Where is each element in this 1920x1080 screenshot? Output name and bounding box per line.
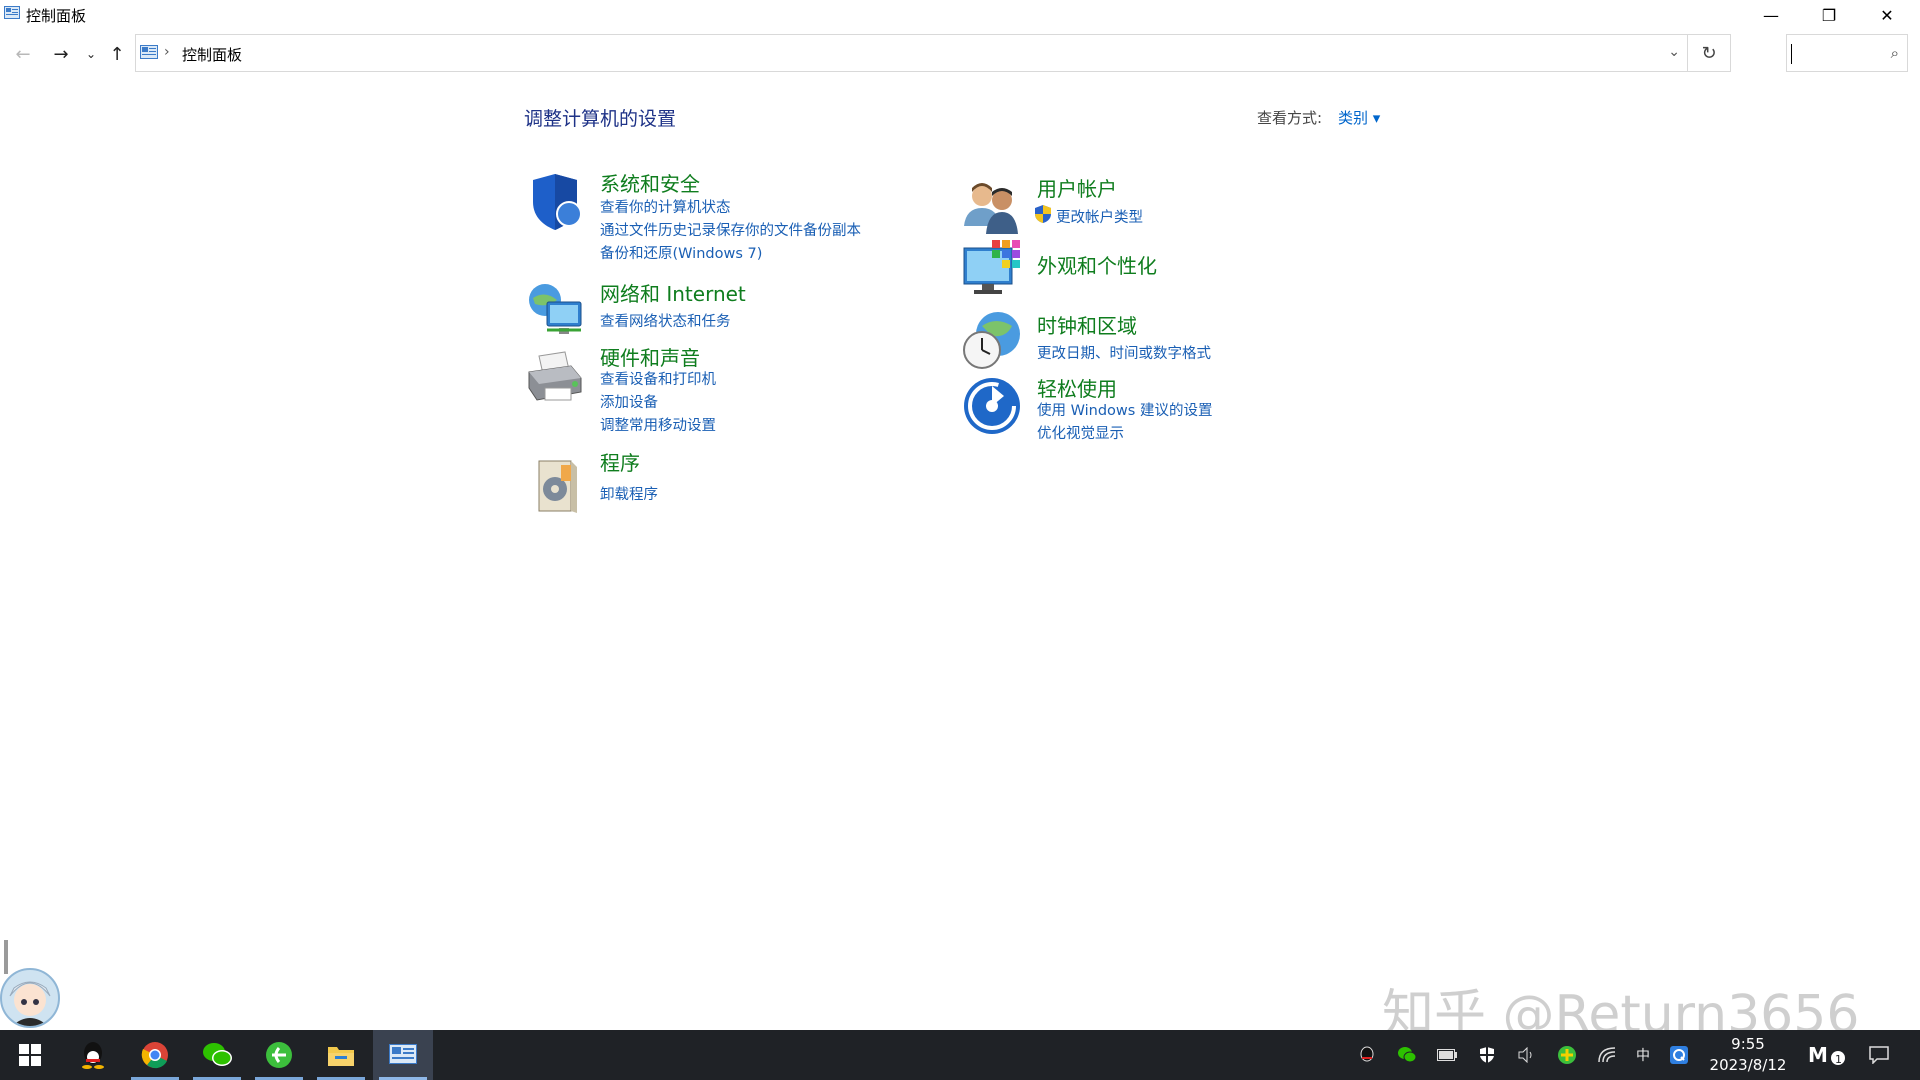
taskbar-qq[interactable] — [63, 1030, 123, 1080]
network-icon[interactable] — [525, 280, 585, 340]
clock-date: 2023/8/12 — [1709, 1056, 1787, 1074]
category-title[interactable]: 网络和 Internet — [600, 278, 746, 307]
clock-time: 9:55 — [1731, 1035, 1765, 1053]
category-title[interactable]: 硬件和声音 — [600, 342, 700, 371]
view-by-label: 查看方式: — [1257, 109, 1323, 127]
link-file-history[interactable]: 通过文件历史记录保存你的文件备份副本 — [600, 219, 861, 240]
category-title[interactable]: 外观和个性化 — [1037, 250, 1157, 279]
clock-globe-icon[interactable] — [962, 310, 1022, 370]
link-change-date-time-format[interactable]: 更改日期、时间或数字格式 — [1037, 342, 1211, 363]
uac-shield-icon — [1035, 205, 1051, 223]
notification-center-icon[interactable] — [1868, 1044, 1890, 1066]
page-title: 调整计算机的设置 — [524, 108, 677, 130]
category-title[interactable]: 程序 — [600, 447, 640, 476]
link-backup-restore[interactable]: 备份和还原(Windows 7) — [600, 242, 762, 263]
category-title[interactable]: 时钟和区域 — [1037, 310, 1137, 339]
breadcrumb-control-panel[interactable]: 控制面板 — [182, 44, 242, 65]
tray-qq-browser-icon[interactable] — [1668, 1044, 1690, 1066]
svg-text:1: 1 — [1835, 1053, 1842, 1066]
category-title[interactable]: 系统和安全 — [600, 168, 700, 197]
link-mobility-settings[interactable]: 调整常用移动设置 — [600, 414, 716, 435]
recent-locations-chevron-icon[interactable]: ⌄ — [84, 42, 98, 66]
programs-icon[interactable] — [525, 455, 585, 515]
address-history-chevron-icon[interactable]: ⌄ — [1668, 44, 1680, 60]
up-arrow-icon[interactable]: ↑ — [106, 42, 128, 66]
taskbar-chrome[interactable] — [125, 1030, 185, 1080]
qq-icon — [82, 1042, 104, 1069]
tray-m1-icon[interactable]: M1 — [1808, 1044, 1848, 1066]
window-title: 控制面板 — [26, 7, 87, 25]
link-devices-printers[interactable]: 查看设备和打印机 — [600, 368, 716, 389]
control-panel-icon — [140, 45, 158, 59]
address-bar[interactable]: › 控制面板 ⌄ ↻ — [135, 34, 1731, 72]
chrome-icon — [141, 1042, 168, 1069]
taskbar-browser[interactable] — [249, 1030, 309, 1080]
close-button[interactable]: ✕ — [1858, 0, 1916, 30]
taskbar-file-explorer[interactable] — [311, 1030, 371, 1080]
taskbar-control-panel[interactable] — [373, 1030, 433, 1080]
appearance-icon[interactable] — [962, 238, 1022, 298]
start-button[interactable] — [0, 1030, 60, 1080]
refresh-icon[interactable]: ↻ — [1687, 35, 1730, 71]
search-input[interactable]: ⌕ — [1786, 34, 1908, 72]
taskbar-wechat[interactable] — [187, 1030, 247, 1080]
tray-security-shield-icon[interactable] — [1476, 1044, 1498, 1066]
breadcrumb-separator[interactable]: › — [164, 44, 170, 60]
control-panel-icon — [389, 1044, 417, 1064]
start-icon — [19, 1044, 41, 1066]
back-arrow-icon[interactable]: ← — [12, 42, 34, 66]
system-clock[interactable]: 9:55 2023/8/12 — [1700, 1034, 1796, 1076]
file-explorer-icon — [328, 1047, 354, 1066]
link-change-account-type[interactable]: 更改帐户类型 — [1056, 206, 1143, 227]
wechat-icon — [203, 1043, 232, 1066]
forward-arrow-icon[interactable]: → — [50, 42, 72, 66]
tray-wechat-icon[interactable] — [1396, 1044, 1418, 1066]
tray-360-icon[interactable] — [1556, 1044, 1578, 1066]
category-title[interactable]: 轻松使用 — [1037, 373, 1117, 402]
search-icon[interactable]: ⌕ — [1891, 44, 1899, 62]
ease-of-access-icon[interactable] — [962, 376, 1022, 436]
category-title[interactable]: 用户帐户 — [1037, 173, 1117, 202]
link-view-computer-status[interactable]: 查看你的计算机状态 — [600, 196, 731, 217]
link-uninstall-program[interactable]: 卸载程序 — [600, 483, 658, 504]
view-by-dropdown[interactable]: 类别 ▾ — [1338, 107, 1380, 128]
minimize-button[interactable]: — — [1742, 0, 1800, 30]
link-recommended-settings[interactable]: 使用 Windows 建议的设置 — [1037, 399, 1212, 420]
taskbar: 中 9:55 2023/8/12 M1 — [0, 1030, 1920, 1080]
maximize-button[interactable]: ❐ — [1800, 0, 1858, 30]
link-add-device[interactable]: 添加设备 — [600, 391, 658, 412]
link-optimize-visual-display[interactable]: 优化视觉显示 — [1037, 422, 1124, 443]
widget-handle[interactable] — [4, 940, 8, 974]
link-network-status[interactable]: 查看网络状态和任务 — [600, 310, 731, 331]
control-panel-icon — [4, 6, 20, 19]
text-caret — [1791, 44, 1792, 64]
title-bar: 控制面板 — ❐ ✕ — [0, 0, 1920, 30]
avatar[interactable] — [0, 968, 60, 1028]
navigation-bar: ← → ⌄ ↑ › 控制面板 ⌄ ↻ ⌕ — [0, 34, 1920, 74]
tray-battery-icon[interactable] — [1436, 1044, 1458, 1066]
svg-text:M: M — [1808, 1044, 1828, 1066]
browser-icon — [266, 1042, 292, 1068]
tray-wifi-icon[interactable] — [1596, 1044, 1618, 1066]
anime-avatar-icon — [9, 981, 51, 1026]
printer-icon[interactable] — [525, 348, 585, 408]
users-icon[interactable] — [962, 178, 1022, 238]
tray-volume-icon[interactable] — [1516, 1044, 1538, 1066]
shield-icon[interactable] — [525, 172, 585, 232]
tray-ime-indicator[interactable]: 中 — [1632, 1044, 1654, 1066]
tray-qq-icon[interactable] — [1356, 1044, 1378, 1066]
